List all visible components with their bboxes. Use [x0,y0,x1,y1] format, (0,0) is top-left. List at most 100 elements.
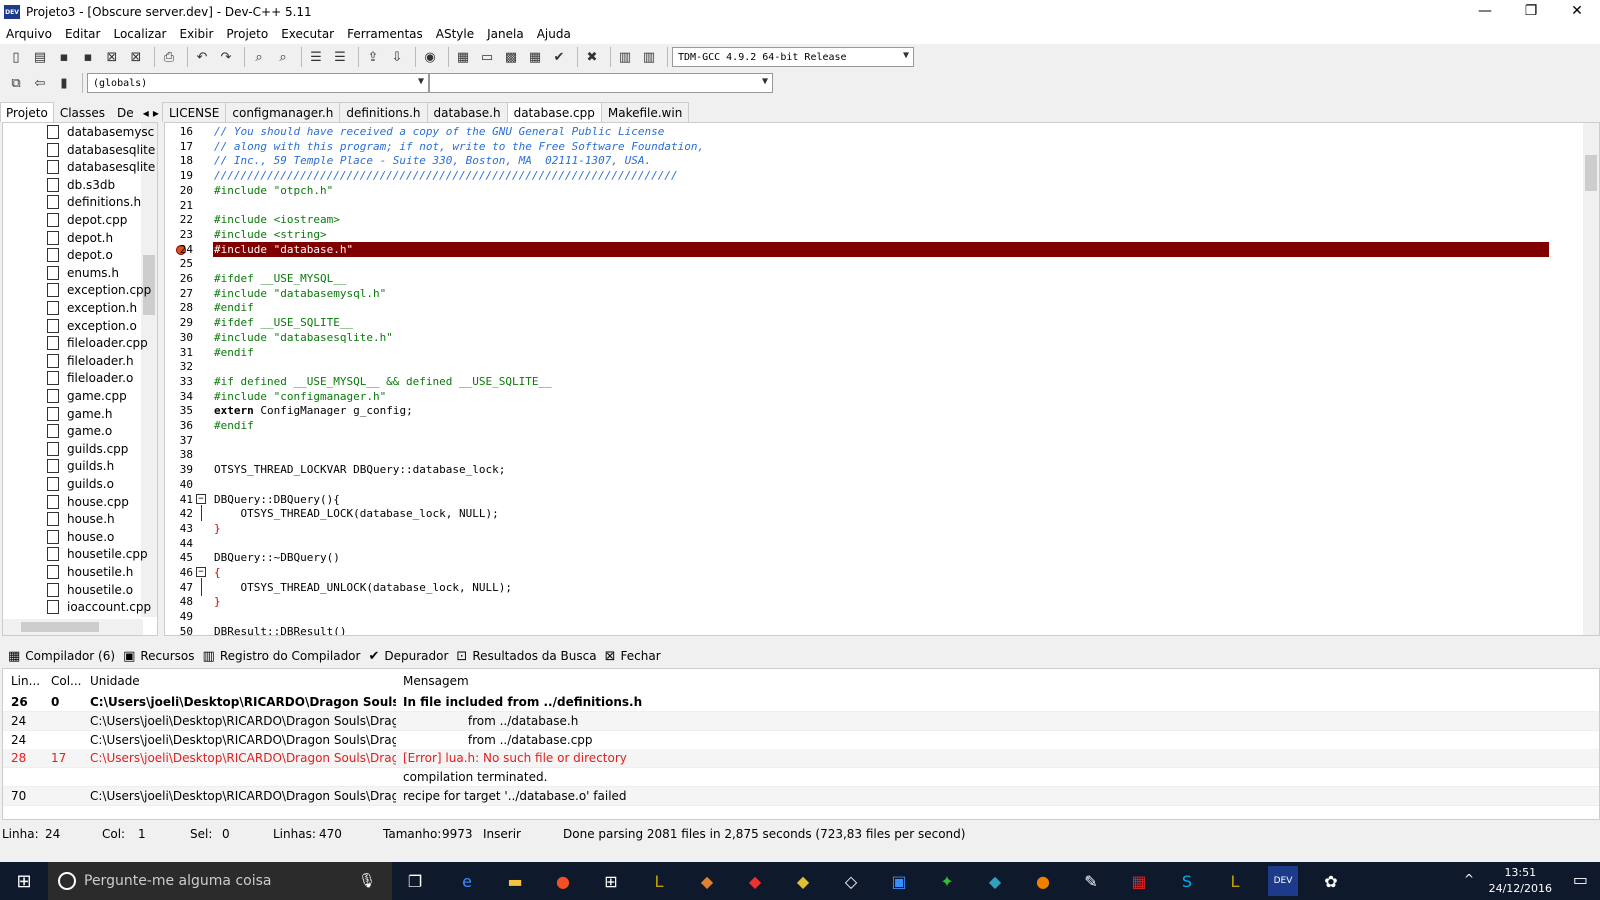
col-header-line[interactable]: Lin... [11,671,40,691]
message-row[interactable]: 70 C:\Users\joeli\Desktop\RICARDO\Dragon … [3,787,1599,806]
file-tree-item[interactable]: depot.h [47,229,113,247]
restore-icon[interactable]: ❐ [1508,0,1554,24]
goto-bookmark-icon[interactable]: ⇦ [30,73,50,93]
app-icon[interactable]: ◇ [836,866,866,896]
file-tree-item[interactable]: databasesqlite [47,141,155,159]
code-line[interactable]: 30 #include "databasesqlite.h" [165,330,1583,345]
task-view-icon[interactable]: ❐ [400,866,430,896]
redo-icon[interactable]: ↷ [216,47,236,67]
replace-icon[interactable]: ⌕ [273,47,293,67]
cortana-search-box[interactable]: Pergunte-me alguma coisa 🎙 [48,862,392,900]
code-line[interactable]: 39 OTSYS_THREAD_LOCKVAR DBQuery::database… [165,462,1583,477]
menu-item[interactable]: Projeto [226,27,268,41]
code-line[interactable]: 26 #ifdef __USE_MYSQL__ [165,271,1583,286]
output-tab[interactable]: ▥ Registro do Compilador [203,649,361,664]
tray-chevron-icon[interactable]: ^ [1464,872,1474,886]
compile-run-icon[interactable]: ▩ [501,47,521,67]
file-tree-item[interactable]: databasesqlite [47,158,155,176]
code-line[interactable]: 18 // Inc., 59 Temple Place - Suite 330, … [165,153,1583,168]
insert-icon[interactable]: ⧉ [6,73,26,93]
game-icon[interactable]: ◆ [788,866,818,896]
windows-start-icon[interactable]: ⊞ [0,862,48,900]
editor-tab[interactable]: Makefile.win [600,102,690,122]
code-line[interactable]: 44 [165,536,1583,551]
file-tree-item[interactable]: depot.o [47,246,113,264]
game-launcher-icon[interactable]: L [1220,866,1250,896]
new-file-icon[interactable]: ▯ [6,47,26,67]
tools-icon[interactable]: ✎ [1076,866,1106,896]
file-explorer-icon[interactable]: ▬ [500,866,530,896]
minimize-icon[interactable]: — [1462,0,1508,24]
code-line[interactable]: 20 #include "otpch.h" [165,183,1583,198]
output-tab[interactable]: ⊠ Fechar [605,649,661,664]
code-line[interactable]: 25 [165,256,1583,271]
toggle-bookmark-icon[interactable]: ▮ [54,73,74,93]
tree-horizontal-scrollbar[interactable] [3,619,143,635]
menu-item[interactable]: Arquivo [6,27,52,41]
edge-icon[interactable]: e [452,866,482,896]
file-tree-item[interactable]: exception.cpp [47,281,151,299]
file-tree-item[interactable]: exception.o [47,317,137,335]
unindent-icon[interactable]: ☰ [330,47,350,67]
print-icon[interactable]: ⎙ [159,47,179,67]
editor-tab[interactable]: database.cpp [506,102,602,122]
code-line[interactable]: 48} [165,594,1583,609]
app-icon[interactable]: ▦ [1124,866,1154,896]
editor-tab[interactable]: definitions.h [339,102,428,122]
code-line[interactable]: 41− DBQuery::DBQuery(){ [165,492,1583,507]
file-tree-item[interactable]: ioaccount.cpp [47,598,151,616]
col-header-unit[interactable]: Unidade [90,671,140,691]
file-tree-item[interactable]: game.h [47,405,112,423]
code-line[interactable]: 38 [165,447,1583,462]
code-line[interactable]: 50 DBResult::DBResult() [165,624,1583,635]
file-tree-item[interactable]: fileloader.o [47,369,133,387]
microphone-icon[interactable]: 🎙 [358,873,376,889]
code-line[interactable]: 45 DBQuery::~DBQuery() [165,550,1583,565]
message-row[interactable]: 28 17 C:\Users\joeli\Desktop\RICARDO\Drago… [3,749,1599,769]
file-tree-item[interactable]: fileloader.h [47,352,134,370]
close-all-icon[interactable]: ⊠ [126,47,146,67]
menu-item[interactable]: Janela [487,27,524,41]
paint-icon[interactable]: ✿ [1316,866,1346,896]
code-line[interactable]: 19 //////////////////////////////////////… [165,168,1583,183]
editor-scrollbar[interactable] [1583,123,1599,635]
menu-item[interactable]: Executar [281,27,334,41]
close-icon[interactable]: ✕ [1554,0,1600,24]
file-tree-item[interactable]: guilds.o [47,475,114,493]
fold-toggle-icon[interactable]: − [196,493,206,504]
game-icon[interactable]: ◆ [740,866,770,896]
code-line[interactable]: 28 #endif [165,300,1583,315]
code-line[interactable]: 27 #include "databasemysql.h" [165,286,1583,301]
output-tab[interactable]: ▦ Compilador (6) [8,649,115,664]
notifications-icon[interactable]: ▭ [1573,870,1588,889]
file-tree-item[interactable]: house.o [47,528,114,546]
code-line[interactable]: 43} [165,521,1583,536]
output-tab[interactable]: ▣ Recursos [123,649,194,664]
tree-scrollbar[interactable] [141,123,157,617]
code-line[interactable]: 21 [165,198,1583,213]
tree-hscroll-thumb[interactable] [21,622,99,632]
file-tree-item[interactable]: house.cpp [47,493,129,511]
col-header-col[interactable]: Col... [51,671,82,691]
file-tree-item[interactable]: depot.cpp [47,211,127,229]
find-icon[interactable]: ⌕ [249,47,269,67]
col-header-message[interactable]: Mensagem [403,671,469,691]
game-icon[interactable]: ◆ [692,866,722,896]
close-file-icon[interactable]: ⊠ [102,47,122,67]
run-icon[interactable]: ▭ [477,47,497,67]
devcpp-taskbar-icon[interactable]: DEV [1268,866,1298,896]
code-line[interactable]: 16 // You should have received a copy of … [165,124,1583,139]
code-line[interactable]: 49 [165,609,1583,624]
compiler-select[interactable]: TDM-GCC 4.9.2 64-bit Release ▼ [672,47,914,67]
file-tree-item[interactable]: house.h [47,510,115,528]
code-line[interactable]: 33 #if defined __USE_MYSQL__ && defined _… [165,374,1583,389]
undo-icon[interactable]: ↶ [192,47,212,67]
code-line[interactable]: 29 #ifdef __USE_SQLITE__ [165,315,1583,330]
project-options-icon[interactable]: ◉ [420,47,440,67]
file-tree-item[interactable]: definitions.h [47,193,141,211]
menu-item[interactable]: Ferramentas [347,27,423,41]
code-line[interactable]: 32 [165,359,1583,374]
editor-tab[interactable]: database.h [426,102,508,122]
file-tree-item[interactable]: housetile.h [47,563,133,581]
compile-icon[interactable]: ▦ [453,47,473,67]
